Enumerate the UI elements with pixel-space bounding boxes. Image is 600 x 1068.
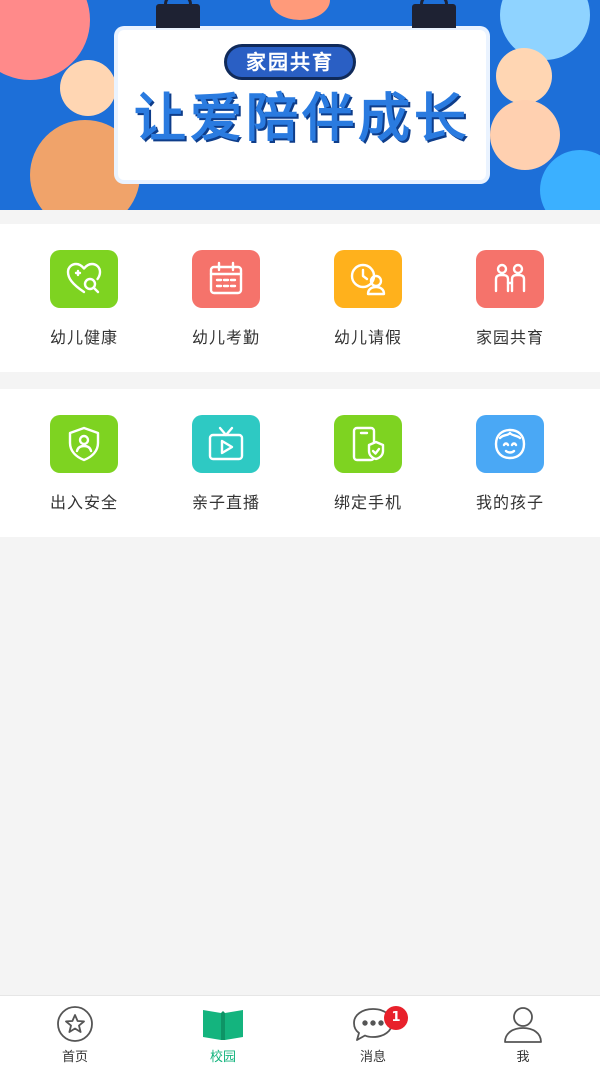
open-book-icon <box>203 1010 243 1040</box>
grid-item-child-health[interactable]: 幼儿健康 <box>14 250 154 348</box>
heart-search-icon <box>50 250 118 308</box>
binder-clip-icon <box>156 0 200 28</box>
phone-shield-icon <box>334 415 402 473</box>
banner-decoration <box>496 48 552 104</box>
tab-messages[interactable]: 1 消息 <box>298 1004 448 1065</box>
tab-campus[interactable]: 校园 <box>148 1004 298 1065</box>
clock-user-icon <box>334 250 402 308</box>
tab-campus-label: 校园 <box>209 1050 236 1065</box>
grid-item-live-stream[interactable]: 亲子直播 <box>156 415 296 513</box>
banner-decoration <box>270 0 330 20</box>
star-circle-icon <box>57 1006 93 1042</box>
grid-item-label: 家园共育 <box>475 328 544 347</box>
tab-home[interactable]: 首页 <box>0 1004 150 1065</box>
grid-item-bind-phone[interactable]: 绑定手机 <box>298 415 438 513</box>
grid-item-label: 幼儿请假 <box>333 328 402 347</box>
grid-item-label: 亲子直播 <box>191 493 260 512</box>
unread-badge: 1 <box>384 1006 408 1030</box>
grid-item-label: 出入安全 <box>49 493 118 512</box>
tab-home-label: 首页 <box>61 1050 88 1065</box>
calendar-icon <box>192 250 260 308</box>
bottom-tab-bar: 首页 校园 1 消息 我 <box>0 995 600 1068</box>
baby-face-icon <box>476 415 544 473</box>
grid-item-label: 幼儿健康 <box>49 328 118 347</box>
feature-grid-2: 出入安全 亲子直播 绑定手机 我的孩子 <box>0 389 600 537</box>
grid-item-label: 绑定手机 <box>333 493 402 512</box>
tab-messages-label: 消息 <box>359 1050 386 1065</box>
tab-me[interactable]: 我 <box>448 1004 598 1065</box>
banner-decoration <box>60 60 116 116</box>
grid-item-child-attendance[interactable]: 幼儿考勤 <box>156 250 296 348</box>
grid-item-my-child[interactable]: 我的孩子 <box>440 415 580 513</box>
banner-decoration <box>490 100 560 170</box>
binder-clip-icon <box>412 0 456 28</box>
grid-item-child-leave[interactable]: 幼儿请假 <box>298 250 438 348</box>
shield-user-icon <box>50 415 118 473</box>
grid-item-home-school[interactable]: 家园共育 <box>440 250 580 348</box>
grid-item-label: 幼儿考勤 <box>191 328 260 347</box>
parents-icon <box>476 250 544 308</box>
banner-tag: 家园共育 <box>224 44 356 80</box>
video-play-icon <box>192 415 260 473</box>
grid-item-entry-safety[interactable]: 出入安全 <box>14 415 154 513</box>
user-icon <box>504 1007 542 1043</box>
grid-item-label: 我的孩子 <box>475 493 544 512</box>
banner-slogan: 让爱陪伴成长 <box>133 89 470 149</box>
feature-grid-1: 幼儿健康 幼儿考勤 幼儿请假 家园共育 <box>0 224 600 372</box>
banner[interactable]: 家园共育 让爱陪伴成长 <box>0 0 600 210</box>
tab-me-label: 我 <box>516 1050 530 1065</box>
